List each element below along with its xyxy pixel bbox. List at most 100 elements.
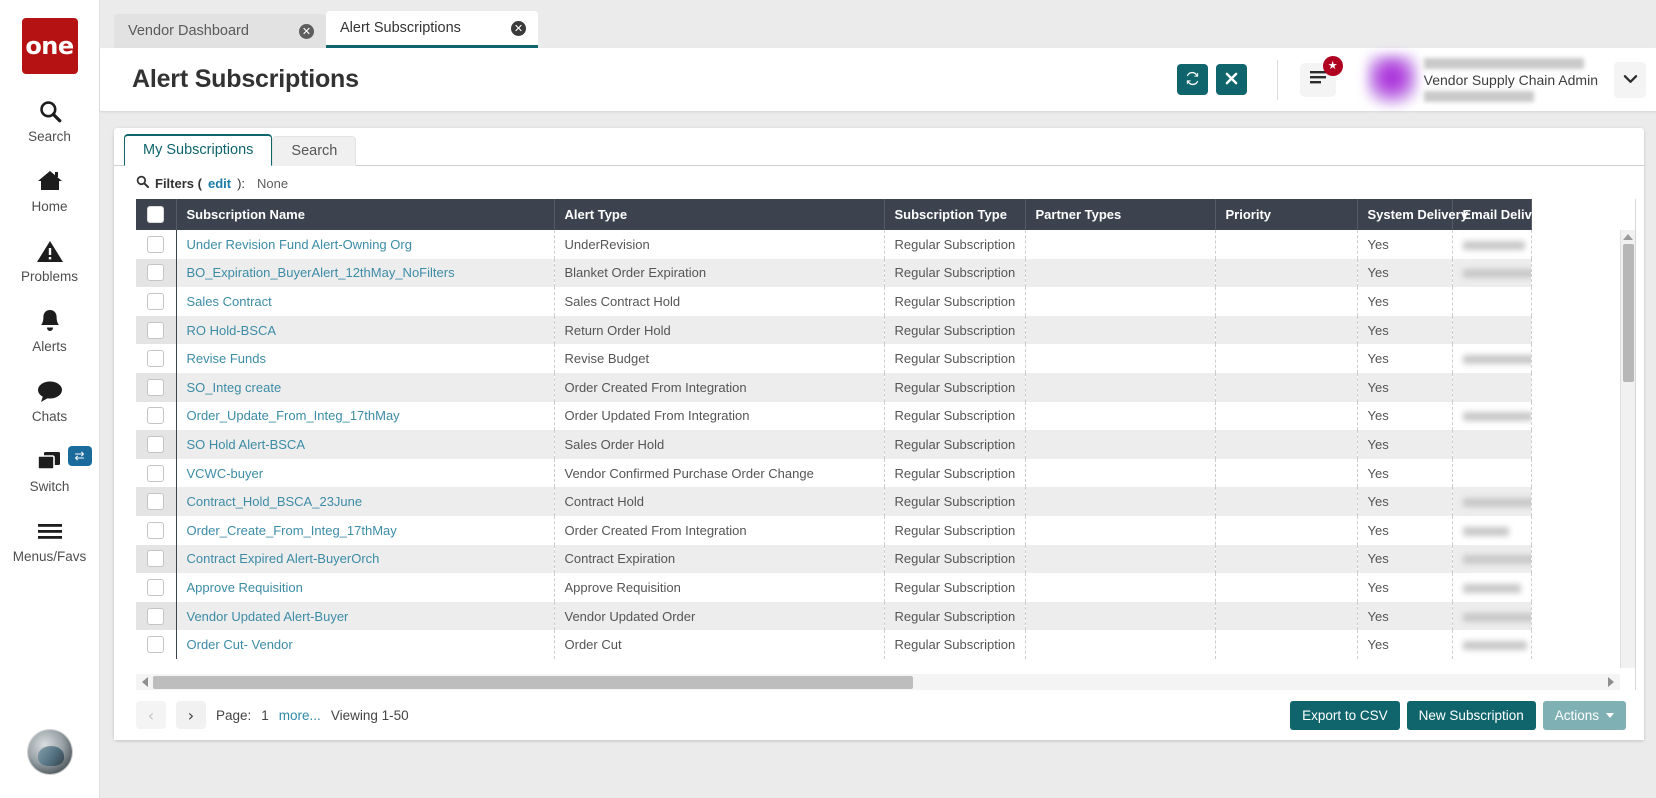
cell-subscription-name[interactable]: Order Cut- Vendor bbox=[176, 630, 554, 659]
subscription-name-link[interactable]: Order Cut- Vendor bbox=[187, 637, 293, 652]
filters-edit-link[interactable]: edit bbox=[208, 176, 231, 191]
col-system-delivery[interactable]: System Delivery bbox=[1357, 199, 1452, 230]
table-row[interactable]: Contract_Hold_BSCA_23JuneContract HoldRe… bbox=[136, 487, 1531, 516]
table-row[interactable]: Vendor Updated Alert-BuyerVendor Updated… bbox=[136, 602, 1531, 631]
subscription-name-link[interactable]: Contract_Hold_BSCA_23June bbox=[187, 494, 363, 509]
col-alert-type[interactable]: Alert Type bbox=[554, 199, 884, 230]
subscription-name-link[interactable]: SO Hold Alert-BSCA bbox=[187, 437, 306, 452]
subscription-name-link[interactable]: SO_Integ create bbox=[187, 380, 282, 395]
subscription-name-link[interactable]: Revise Funds bbox=[187, 351, 266, 366]
refresh-button[interactable] bbox=[1177, 64, 1208, 95]
table-row[interactable]: Order Cut- VendorOrder CutRegular Subscr… bbox=[136, 630, 1531, 659]
next-page-button[interactable]: › bbox=[176, 701, 206, 729]
select-all-checkbox[interactable] bbox=[147, 206, 164, 223]
subscription-name-link[interactable]: Sales Contract bbox=[187, 294, 272, 309]
export-to-csv-button[interactable]: Export to CSV bbox=[1290, 701, 1400, 730]
table-row[interactable]: Order_Update_From_Integ_17thMayOrder Upd… bbox=[136, 402, 1531, 431]
row-select-cell[interactable] bbox=[136, 373, 176, 402]
row-select-cell[interactable] bbox=[136, 430, 176, 459]
subscription-name-link[interactable]: Contract Expired Alert-BuyerOrch bbox=[187, 551, 380, 566]
user-avatar[interactable] bbox=[1366, 54, 1418, 106]
table-row[interactable]: Under Revision Fund Alert-Owning OrgUnde… bbox=[136, 230, 1531, 259]
close-icon[interactable]: ✕ bbox=[299, 24, 314, 39]
row-select-cell[interactable] bbox=[136, 573, 176, 602]
cell-subscription-name[interactable]: Order_Create_From_Integ_17thMay bbox=[176, 516, 554, 545]
row-checkbox[interactable] bbox=[147, 436, 164, 453]
vertical-scroll-thumb[interactable] bbox=[1623, 244, 1634, 382]
sidebar-item-menus-favs[interactable]: Menus/Favs bbox=[0, 516, 100, 564]
row-checkbox[interactable] bbox=[147, 493, 164, 510]
cell-subscription-name[interactable]: SO_Integ create bbox=[176, 373, 554, 402]
cell-subscription-name[interactable]: Contract_Hold_BSCA_23June bbox=[176, 487, 554, 516]
row-select-cell[interactable] bbox=[136, 516, 176, 545]
sidebar-item-search[interactable]: Search bbox=[0, 96, 100, 144]
horizontal-scroll-thumb[interactable] bbox=[153, 676, 913, 689]
row-select-cell[interactable] bbox=[136, 344, 176, 373]
cell-subscription-name[interactable]: BO_Expiration_BuyerAlert_12thMay_NoFilte… bbox=[176, 259, 554, 288]
subscription-name-link[interactable]: Vendor Updated Alert-Buyer bbox=[187, 609, 349, 624]
table-row[interactable]: RO Hold-BSCAReturn Order HoldRegular Sub… bbox=[136, 316, 1531, 345]
cell-subscription-name[interactable]: Order_Update_From_Integ_17thMay bbox=[176, 402, 554, 431]
horizontal-scrollbar[interactable] bbox=[136, 674, 1620, 690]
user-menu-button[interactable] bbox=[1614, 62, 1646, 98]
switch-badge-icon[interactable]: ⇄ bbox=[68, 446, 92, 466]
row-checkbox[interactable] bbox=[147, 579, 164, 596]
row-checkbox[interactable] bbox=[147, 322, 164, 339]
row-checkbox[interactable] bbox=[147, 293, 164, 310]
subscription-name-link[interactable]: Order_Update_From_Integ_17thMay bbox=[187, 408, 400, 423]
col-email-delivery[interactable]: Email Delivery bbox=[1452, 199, 1531, 230]
row-select-cell[interactable] bbox=[136, 259, 176, 288]
actions-button[interactable]: Actions bbox=[1543, 701, 1626, 730]
row-select-cell[interactable] bbox=[136, 545, 176, 574]
browser-tab-vendor-dashboard[interactable]: Vendor Dashboard ✕ bbox=[114, 14, 326, 48]
row-select-cell[interactable] bbox=[136, 287, 176, 316]
table-row[interactable]: Revise FundsRevise BudgetRegular Subscri… bbox=[136, 344, 1531, 373]
row-select-cell[interactable] bbox=[136, 487, 176, 516]
sidebar-item-alerts[interactable]: Alerts bbox=[0, 306, 100, 354]
table-row[interactable]: Approve RequisitionApprove RequisitionRe… bbox=[136, 573, 1531, 602]
row-select-cell[interactable] bbox=[136, 602, 176, 631]
cell-subscription-name[interactable]: Vendor Updated Alert-Buyer bbox=[176, 602, 554, 631]
col-subscription-name[interactable]: Subscription Name bbox=[176, 199, 554, 230]
scroll-up-icon[interactable] bbox=[1623, 234, 1633, 240]
app-logo[interactable]: one bbox=[22, 18, 78, 74]
more-pages-link[interactable]: more... bbox=[279, 708, 321, 723]
row-select-cell[interactable] bbox=[136, 316, 176, 345]
col-partner-types[interactable]: Partner Types bbox=[1025, 199, 1215, 230]
subscription-name-link[interactable]: BO_Expiration_BuyerAlert_12thMay_NoFilte… bbox=[187, 265, 455, 280]
new-subscription-button[interactable]: New Subscription bbox=[1407, 701, 1536, 730]
cell-subscription-name[interactable]: VCWC-buyer bbox=[176, 459, 554, 488]
close-page-button[interactable] bbox=[1216, 64, 1247, 95]
vertical-scrollbar[interactable] bbox=[1620, 230, 1635, 668]
scroll-right-icon[interactable] bbox=[1608, 677, 1614, 687]
cell-subscription-name[interactable]: Sales Contract bbox=[176, 287, 554, 316]
avatar[interactable] bbox=[28, 730, 72, 774]
row-select-cell[interactable] bbox=[136, 459, 176, 488]
subscription-name-link[interactable]: Under Revision Fund Alert-Owning Org bbox=[187, 237, 412, 252]
col-priority[interactable]: Priority bbox=[1215, 199, 1357, 230]
row-select-cell[interactable] bbox=[136, 230, 176, 259]
row-checkbox[interactable] bbox=[147, 236, 164, 253]
scroll-left-icon[interactable] bbox=[142, 677, 148, 687]
tab-my-subscriptions[interactable]: My Subscriptions bbox=[124, 134, 272, 166]
table-row[interactable]: Order_Create_From_Integ_17thMayOrder Cre… bbox=[136, 516, 1531, 545]
prev-page-button[interactable]: ‹ bbox=[136, 701, 166, 729]
subscription-name-link[interactable]: VCWC-buyer bbox=[187, 466, 264, 481]
select-all-header[interactable] bbox=[136, 199, 176, 230]
table-row[interactable]: SO Hold Alert-BSCASales Order HoldRegula… bbox=[136, 430, 1531, 459]
table-row[interactable]: BO_Expiration_BuyerAlert_12thMay_NoFilte… bbox=[136, 259, 1531, 288]
row-select-cell[interactable] bbox=[136, 402, 176, 431]
row-checkbox[interactable] bbox=[147, 350, 164, 367]
sidebar-item-home[interactable]: Home bbox=[0, 166, 100, 214]
row-checkbox[interactable] bbox=[147, 636, 164, 653]
table-row[interactable]: SO_Integ createOrder Created From Integr… bbox=[136, 373, 1531, 402]
cell-subscription-name[interactable]: Contract Expired Alert-BuyerOrch bbox=[176, 545, 554, 574]
subscription-name-link[interactable]: Order_Create_From_Integ_17thMay bbox=[187, 523, 397, 538]
browser-tab-alert-subscriptions[interactable]: Alert Subscriptions ✕ bbox=[326, 11, 538, 48]
sidebar-item-chats[interactable]: Chats bbox=[0, 376, 100, 424]
table-row[interactable]: Sales ContractSales Contract HoldRegular… bbox=[136, 287, 1531, 316]
close-icon[interactable]: ✕ bbox=[511, 21, 526, 36]
cell-subscription-name[interactable]: RO Hold-BSCA bbox=[176, 316, 554, 345]
user-profile-block[interactable]: Vendor Supply Chain Admin bbox=[1366, 54, 1646, 106]
table-row[interactable]: Contract Expired Alert-BuyerOrchContract… bbox=[136, 545, 1531, 574]
